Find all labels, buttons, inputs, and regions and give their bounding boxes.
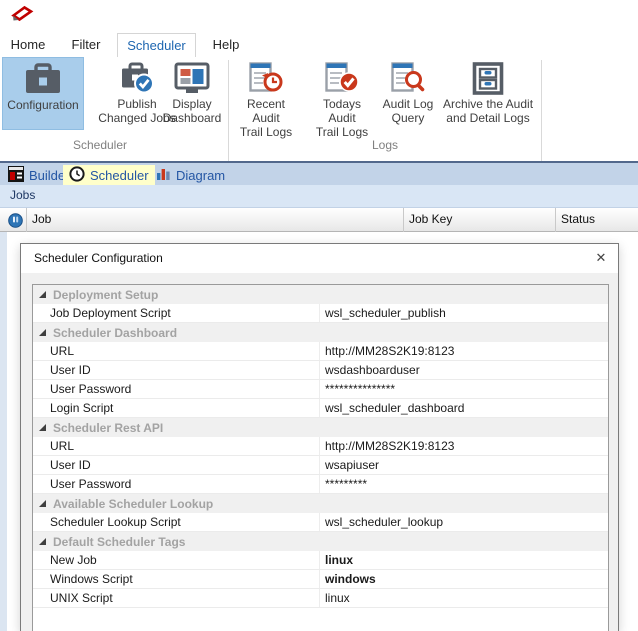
- ribbon-button-label: Archive the Audit and Detail Logs: [442, 97, 534, 125]
- property-row: New Job linux: [33, 551, 608, 570]
- ribbon-button-label: Recent Audit Trail Logs: [232, 97, 300, 139]
- ribbon-button-audit-log-query[interactable]: Audit Log Query: [376, 57, 440, 130]
- ribbon-tab-help[interactable]: Help: [206, 33, 246, 57]
- property-value[interactable]: linux: [319, 551, 608, 569]
- property-row: URL http://MM28S2K19:8123: [33, 342, 608, 361]
- jobs-bar-label: Jobs: [10, 188, 35, 202]
- property-value[interactable]: wsl_scheduler_lookup: [319, 513, 608, 531]
- property-row: Job Deployment Script wsl_scheduler_publ…: [33, 304, 608, 323]
- property-label: Job Deployment Script: [33, 304, 319, 322]
- property-value[interactable]: windows: [319, 570, 608, 588]
- ribbon-button-recent-audit-trail-logs[interactable]: Recent Audit Trail Logs: [232, 57, 300, 130]
- view-tab-scheduler[interactable]: Scheduler: [63, 165, 155, 185]
- log-check-icon: [308, 60, 376, 97]
- expanded-triangle-icon: [39, 329, 46, 336]
- section-row-default-scheduler-tags[interactable]: Default Scheduler Tags: [33, 532, 608, 551]
- ribbon-tab-bar: Home Filter Scheduler Help: [0, 30, 638, 57]
- property-row: User Password ***************: [33, 380, 608, 399]
- property-row: UNIX Script linux: [33, 589, 608, 608]
- wherescape-red-logo-icon: [10, 5, 34, 28]
- status-ball-icon[interactable]: [0, 208, 27, 232]
- property-row: User ID wsapiuser: [33, 456, 608, 475]
- property-label: User Password: [33, 380, 319, 398]
- property-value[interactable]: ***************: [319, 380, 608, 398]
- property-label: URL: [33, 342, 319, 360]
- dialog-titlebar: Scheduler Configuration ✕: [21, 244, 618, 273]
- scheduler-configuration-dialog: Scheduler Configuration ✕ Deployment Set…: [20, 243, 619, 631]
- property-label: UNIX Script: [33, 589, 319, 607]
- property-label: Login Script: [33, 399, 319, 417]
- property-row: URL http://MM28S2K19:8123: [33, 437, 608, 456]
- ribbon-button-todays-audit-trail-logs[interactable]: Todays Audit Trail Logs: [308, 57, 376, 130]
- window-left-margin: [0, 232, 7, 631]
- property-row: Scheduler Lookup Script wsl_scheduler_lo…: [33, 513, 608, 532]
- ribbon-button-label: Display Dashboard: [158, 97, 226, 125]
- property-row: User Password *********: [33, 475, 608, 494]
- ribbon-group-label-scheduler: Scheduler: [40, 137, 160, 153]
- ribbon-button-display-dashboard[interactable]: Display Dashboard: [158, 57, 226, 130]
- dialog-title: Scheduler Configuration: [34, 251, 163, 265]
- section-row-deployment-setup[interactable]: Deployment Setup: [33, 285, 608, 304]
- column-header-job[interactable]: Job: [27, 208, 404, 232]
- jobs-grid-header: Job Job Key Status: [0, 208, 638, 232]
- property-value[interactable]: linux: [319, 589, 608, 607]
- property-label: User ID: [33, 361, 319, 379]
- log-history-icon: [232, 60, 300, 97]
- property-label: Scheduler Lookup Script: [33, 513, 319, 531]
- ribbon-group-label-logs: Logs: [325, 137, 445, 153]
- expanded-triangle-icon: [39, 424, 46, 431]
- property-label: User Password: [33, 475, 319, 493]
- column-header-status[interactable]: Status: [556, 208, 638, 232]
- toolbox-icon: [3, 61, 83, 98]
- view-tab-label: Scheduler: [90, 168, 149, 183]
- property-value[interactable]: *********: [319, 475, 608, 493]
- view-tab-diagram[interactable]: Diagram: [150, 165, 231, 185]
- dashboard-monitor-icon: [158, 60, 226, 97]
- ribbon-tab-home[interactable]: Home: [8, 33, 48, 57]
- section-row-available-scheduler-lookup[interactable]: Available Scheduler Lookup: [33, 494, 608, 513]
- view-tab-label: Diagram: [176, 168, 225, 183]
- property-value[interactable]: wsl_scheduler_publish: [319, 304, 608, 322]
- window-titlebar: [0, 0, 638, 30]
- ribbon-button-configuration[interactable]: Configuration: [2, 57, 84, 130]
- builder-icon: [8, 166, 24, 185]
- property-value[interactable]: wsapiuser: [319, 456, 608, 474]
- expanded-triangle-icon: [39, 500, 46, 507]
- property-label: Windows Script: [33, 570, 319, 588]
- ribbon-button-label: Configuration: [3, 98, 83, 112]
- section-row-scheduler-dashboard[interactable]: Scheduler Dashboard: [33, 323, 608, 342]
- clock-icon: [69, 166, 85, 185]
- bar-chart-icon: [156, 166, 171, 184]
- ribbon-button-archive-audit-detail-logs[interactable]: Archive the Audit and Detail Logs: [442, 57, 534, 130]
- property-value[interactable]: http://MM28S2K19:8123: [319, 342, 608, 360]
- property-value[interactable]: wsdashboarduser: [319, 361, 608, 379]
- ribbon-button-label: Todays Audit Trail Logs: [308, 97, 376, 139]
- app-window: Home Filter Scheduler Help Configuration: [0, 0, 638, 631]
- property-label: New Job: [33, 551, 319, 569]
- property-grid: Deployment Setup Job Deployment Script w…: [32, 284, 609, 631]
- property-row: Login Script wsl_scheduler_dashboard: [33, 399, 608, 418]
- log-search-icon: [376, 60, 440, 97]
- section-row-scheduler-rest-api[interactable]: Scheduler Rest API: [33, 418, 608, 437]
- property-value[interactable]: http://MM28S2K19:8123: [319, 437, 608, 455]
- column-header-job-key[interactable]: Job Key: [404, 208, 556, 232]
- ribbon: Configuration Publish Changed Jobs: [0, 57, 638, 161]
- jobs-bar: Jobs: [0, 185, 638, 208]
- archive-box-icon: [442, 60, 534, 97]
- close-icon[interactable]: ✕: [592, 249, 610, 267]
- expanded-triangle-icon: [39, 291, 46, 298]
- expanded-triangle-icon: [39, 538, 46, 545]
- property-row: User ID wsdashboarduser: [33, 361, 608, 380]
- property-label: User ID: [33, 456, 319, 474]
- property-row: Windows Script windows: [33, 570, 608, 589]
- view-tab-bar: Builder Scheduler Diagram: [0, 161, 638, 185]
- ribbon-tab-filter[interactable]: Filter: [64, 33, 108, 57]
- property-label: URL: [33, 437, 319, 455]
- property-value[interactable]: wsl_scheduler_dashboard: [319, 399, 608, 417]
- ribbon-button-label: Audit Log Query: [376, 97, 440, 125]
- ribbon-tab-scheduler[interactable]: Scheduler: [117, 33, 196, 57]
